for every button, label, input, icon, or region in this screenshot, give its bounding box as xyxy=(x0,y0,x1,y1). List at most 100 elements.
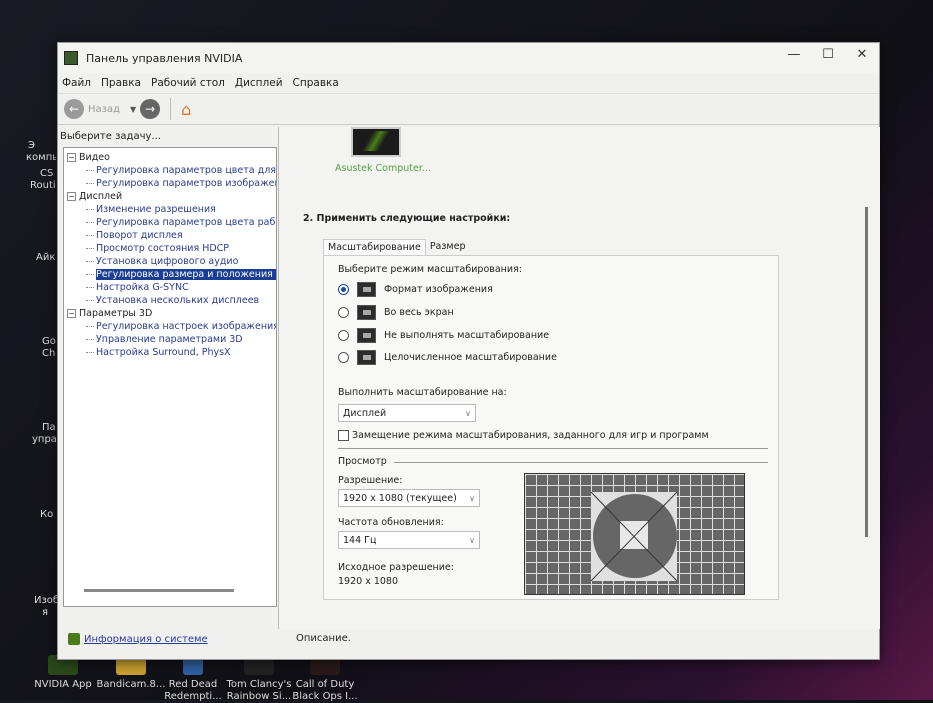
tab-bar: Масштабирование Размер xyxy=(323,239,469,255)
toolbar: ← Назад ▼ → ⌂ xyxy=(58,93,879,125)
close-button[interactable]: ✕ xyxy=(845,45,879,65)
tree-item[interactable]: Изменение разрешения xyxy=(64,203,276,216)
desktop-icon-label: NVIDIA App xyxy=(34,679,92,690)
forward-arrow-icon[interactable]: → xyxy=(140,99,161,119)
collapse-icon[interactable]: − xyxy=(67,192,76,201)
radio[interactable] xyxy=(338,307,349,318)
tree-item-selected[interactable]: Регулировка размера и положения рабо xyxy=(64,268,276,281)
tree-item[interactable]: Регулировка настроек изображения с пр xyxy=(64,320,276,333)
preview-image xyxy=(591,492,677,581)
checkbox[interactable] xyxy=(338,430,349,441)
system-info-label: Информация о системе xyxy=(84,633,208,645)
desktop-icon-red-dead[interactable]: Red Dead Redempti... xyxy=(158,655,228,703)
desktop-icon-label: Call of Duty Black Ops I... xyxy=(292,679,358,702)
system-info-link[interactable]: Информация о системе xyxy=(68,633,208,645)
menu-display[interactable]: Дисплей xyxy=(235,77,283,89)
menu-file[interactable]: Файл xyxy=(62,77,91,89)
chevron-down-icon: ∨ xyxy=(465,408,471,418)
aspect-ratio-icon xyxy=(357,282,376,297)
toolbar-separator xyxy=(170,98,172,120)
scaling-panel: Выберите режим масштабирования: Формат и… xyxy=(323,255,779,600)
tree-category-video[interactable]: − Видео xyxy=(64,151,276,164)
tree-item[interactable]: Регулировка параметров изображения д xyxy=(64,177,276,190)
task-tree: − Видео Регулировка параметров цвета для … xyxy=(63,147,277,607)
preview-label: Просмотр xyxy=(338,456,387,467)
home-icon[interactable]: ⌂ xyxy=(181,100,191,119)
tree-item[interactable]: Просмотр состояния HDCP xyxy=(64,242,276,255)
perform-on-label: Выполнить масштабирование на: xyxy=(338,387,507,398)
back-button-label[interactable]: Назад xyxy=(88,104,120,115)
tree-item[interactable]: Установка цифрового аудио xyxy=(64,255,276,268)
tab-size[interactable]: Размер xyxy=(426,239,470,255)
maximize-button[interactable]: ☐ xyxy=(811,45,845,65)
category-label: Дисплей xyxy=(79,191,123,202)
tree-item[interactable]: Поворот дисплея xyxy=(64,229,276,242)
window-title: Панель управления NVIDIA xyxy=(86,51,243,65)
no-scaling-icon xyxy=(357,328,376,343)
radio-no-scaling[interactable]: Не выполнять масштабирование xyxy=(338,328,549,343)
category-label: Видео xyxy=(79,152,110,163)
menu-help[interactable]: Справка xyxy=(293,77,339,89)
description-label: Описание. xyxy=(296,633,351,644)
tree-item[interactable]: Установка нескольких дисплеев xyxy=(64,294,276,307)
monitor-icon[interactable] xyxy=(351,127,401,157)
back-arrow-icon[interactable]: ← xyxy=(64,99,84,119)
tab-scaling[interactable]: Масштабирование xyxy=(323,239,426,255)
desktop-icon-rainbow-six[interactable]: Tom Clancy's Rainbow Si... xyxy=(224,655,294,703)
radio-aspect-ratio[interactable]: Формат изображения xyxy=(338,282,493,297)
tree-category-3d[interactable]: − Параметры 3D xyxy=(64,307,276,320)
vertical-scrollbar[interactable] xyxy=(865,207,868,537)
desktop-label[interactable]: Routi xyxy=(30,180,60,191)
tree-item[interactable]: Настройка G-SYNC xyxy=(64,281,276,294)
category-label: Параметры 3D xyxy=(79,308,153,319)
desktop-icon-label: Red Dead Redempti... xyxy=(164,679,222,702)
monitor-label[interactable]: Asustek Computer... xyxy=(335,163,431,174)
refresh-rate-label: Частота обновления: xyxy=(338,517,444,528)
radio-full-screen[interactable]: Во весь экран xyxy=(338,305,454,320)
title-bar[interactable]: Панель управления NVIDIA — ☐ ✕ xyxy=(58,43,879,73)
radio[interactable] xyxy=(338,330,349,341)
divider xyxy=(394,462,768,463)
horizontal-scrollbar[interactable] xyxy=(84,589,234,592)
tree-item[interactable]: Регулировка параметров цвета рабочег xyxy=(64,216,276,229)
desktop-icon-bandicam[interactable]: Bandicam.8... xyxy=(96,655,166,691)
perform-on-select[interactable]: Дисплей ∨ xyxy=(338,404,476,422)
menu-desktop[interactable]: Рабочий стол xyxy=(151,77,225,89)
radio-selected[interactable] xyxy=(338,284,349,295)
collapse-icon[interactable]: − xyxy=(67,309,76,318)
desktop-label[interactable]: компь xyxy=(26,152,56,163)
nvidia-control-panel-window: Панель управления NVIDIA — ☐ ✕ Файл Прав… xyxy=(57,42,880,660)
full-screen-icon xyxy=(357,305,376,320)
desktop-icon-label: Tom Clancy's Rainbow Si... xyxy=(226,679,292,702)
task-pane-heading: Выберите задачу... xyxy=(60,131,161,142)
preview-diagonals xyxy=(591,492,677,581)
resolution-label: Разрешение: xyxy=(338,475,403,486)
resolution-select[interactable]: 1920 x 1080 (текущее) ∨ xyxy=(338,489,480,507)
menu-edit[interactable]: Правка xyxy=(101,77,141,89)
tree-item[interactable]: Регулировка параметров цвета для вид xyxy=(64,164,276,177)
history-dropdown-icon[interactable]: ▼ xyxy=(130,105,136,114)
chevron-down-icon: ∨ xyxy=(469,535,475,545)
native-resolution-label: Исходное разрешение: xyxy=(338,562,454,573)
info-icon xyxy=(68,633,80,645)
minimize-button[interactable]: — xyxy=(777,45,811,65)
tree-item[interactable]: Настройка Surround, PhysX xyxy=(64,346,276,359)
settings-pane: Asustek Computer... 2. Применить следующ… xyxy=(278,127,880,629)
collapse-icon[interactable]: − xyxy=(67,153,76,162)
chevron-down-icon: ∨ xyxy=(469,493,475,503)
desktop-icon-call-of-duty[interactable]: Call of Duty Black Ops I... xyxy=(290,655,360,703)
step-title: 2. Применить следующие настройки: xyxy=(303,213,511,224)
menu-bar: Файл Правка Рабочий стол Дисплей Справка xyxy=(58,73,879,93)
tree-category-display[interactable]: − Дисплей xyxy=(64,190,276,203)
refresh-rate-select[interactable]: 144 Гц ∨ xyxy=(338,531,480,549)
native-resolution-value: 1920 x 1080 xyxy=(338,576,399,587)
desktop-icon-nvidia-app[interactable]: NVIDIA App xyxy=(28,655,98,691)
desktop-label[interactable]: Э xyxy=(28,140,58,151)
override-checkbox[interactable]: Замещение режима масштабирования, заданн… xyxy=(338,430,709,441)
tree-item[interactable]: Управление параметрами 3D xyxy=(64,333,276,346)
desktop-icon-label: Bandicam.8... xyxy=(96,679,166,690)
radio[interactable] xyxy=(338,352,349,363)
radio-integer-scaling[interactable]: Целочисленное масштабирование xyxy=(338,350,557,365)
scaling-preview xyxy=(524,473,745,595)
divider xyxy=(338,448,768,449)
